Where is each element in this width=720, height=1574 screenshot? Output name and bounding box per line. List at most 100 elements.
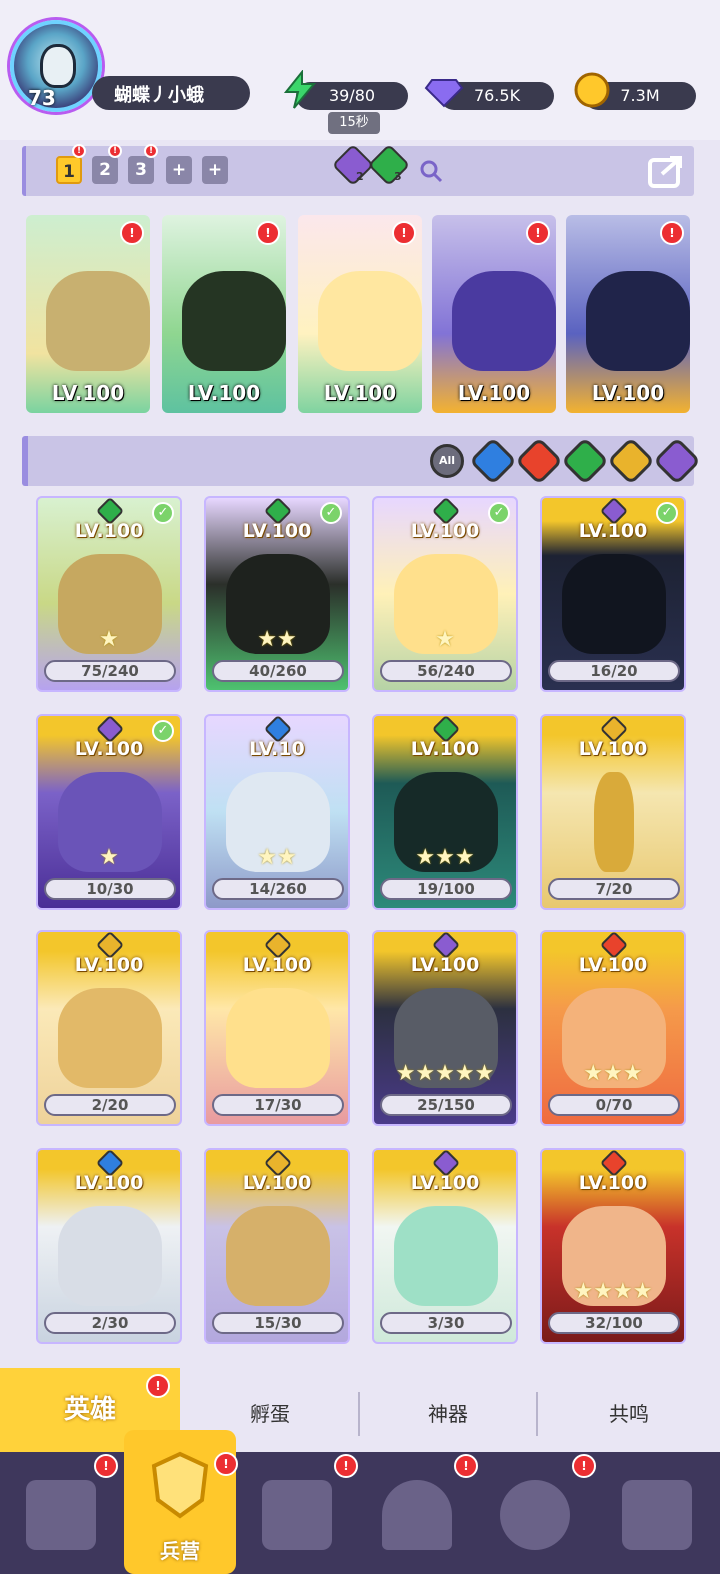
hero-card[interactable]: ✓ LV.100 ★ 10/30	[36, 714, 182, 910]
shard-progress: 16/20	[548, 660, 680, 682]
nature-gem-icon	[367, 143, 411, 187]
alert-icon: !	[94, 1454, 118, 1478]
filter-water-icon[interactable]	[468, 436, 518, 486]
filter-dark-icon[interactable]	[652, 436, 702, 486]
hero-portrait	[594, 772, 634, 872]
star-rating: ★★	[257, 627, 297, 652]
star-rating: ★	[99, 627, 119, 652]
cards-nav-icon[interactable]	[26, 1480, 96, 1550]
hero-level: LV.100	[410, 738, 480, 760]
shard-progress: 15/30	[212, 1312, 344, 1334]
hero-portrait	[182, 271, 286, 371]
filter-all-button[interactable]: All	[430, 444, 464, 478]
hero-level: LV.100	[74, 738, 144, 760]
shard-progress: 19/100	[380, 878, 512, 900]
star-rating: ★★★	[415, 845, 475, 870]
alert-icon: !	[256, 221, 280, 245]
hero-card[interactable]: ✓ LV.100 16/20	[540, 496, 686, 692]
hero-card[interactable]: LV.100 7/20	[540, 714, 686, 910]
hero-level: LV.100	[578, 1172, 648, 1194]
hero-portrait	[586, 271, 690, 371]
filter-fire-icon[interactable]	[514, 436, 564, 486]
team-slot-1[interactable]: LV.100 !	[26, 215, 150, 413]
gold-value: 7.3M	[620, 86, 660, 105]
share-icon[interactable]	[648, 152, 688, 190]
star-rating: ★★	[257, 845, 297, 870]
hero-card[interactable]: LV.100 2/30	[36, 1148, 182, 1344]
alert-icon: !	[120, 221, 144, 245]
player-avatar[interactable]	[10, 20, 102, 112]
team-tab-2[interactable]: 2	[92, 156, 118, 184]
sub-tab-bar: 英雄 ! 孵蛋 神器 共鸣	[0, 1368, 720, 1452]
hero-portrait	[58, 988, 162, 1088]
gold-coin-icon	[574, 72, 610, 108]
shard-progress: 25/150	[380, 1094, 512, 1116]
bottom-nav: ! ! ! !	[0, 1452, 720, 1574]
star-rating: ★★★	[583, 1061, 643, 1086]
hero-card[interactable]: ✓ LV.100 ★ 75/240	[36, 496, 182, 692]
shard-progress: 40/260	[212, 660, 344, 682]
shard-progress: 14/260	[212, 878, 344, 900]
shard-progress: 56/240	[380, 660, 512, 682]
team-slot-level: LV.100	[591, 381, 665, 405]
hero-card[interactable]: ✓ LV.100 ★★ 40/260	[204, 496, 350, 692]
team-slot-level: LV.100	[323, 381, 397, 405]
hero-card[interactable]: LV.100 ★★★ 19/100	[372, 714, 518, 910]
team-slot-2[interactable]: LV.100 !	[162, 215, 286, 413]
hero-level: LV.100	[410, 954, 480, 976]
hero-card[interactable]: LV.100 2/20	[36, 930, 182, 1126]
search-icon[interactable]	[418, 158, 444, 184]
player-name-pill[interactable]: 蝴蝶丿小蛾	[92, 76, 250, 110]
alert-icon: !	[334, 1454, 358, 1478]
hero-level: LV.100	[578, 738, 648, 760]
hero-card[interactable]: LV.100 ★★★ 0/70	[540, 930, 686, 1126]
alert-icon: !	[454, 1454, 478, 1478]
avatar-face	[40, 44, 76, 88]
barracks-nav-button[interactable]: 兵营	[124, 1430, 236, 1574]
team-tab-add-2[interactable]: +	[202, 156, 228, 184]
hero-portrait	[452, 271, 556, 371]
team-tab-1[interactable]: 1	[56, 156, 82, 184]
hero-card[interactable]: LV.100 3/30	[372, 1148, 518, 1344]
team-slot-5[interactable]: LV.100 !	[566, 215, 690, 413]
map-nav-icon[interactable]	[262, 1480, 332, 1550]
tab-artifacts[interactable]: 神器	[360, 1384, 536, 1444]
player-level: 73	[28, 86, 56, 110]
team-tab-3[interactable]: 3	[128, 156, 154, 184]
hero-level: LV.100	[410, 1172, 480, 1194]
hero-card[interactable]: LV.100 15/30	[204, 1148, 350, 1344]
star-rating: ★	[99, 845, 119, 870]
hero-card[interactable]: LV.100 ★★★★ 32/100	[540, 1148, 686, 1344]
hero-card[interactable]: LV.10 ★★ 14/260	[204, 714, 350, 910]
shard-progress: 3/30	[380, 1312, 512, 1334]
diamond-icon	[424, 79, 464, 108]
barracks-alert-icon: !	[214, 1452, 238, 1476]
hero-card[interactable]: ✓ LV.100 ★ 56/240	[372, 496, 518, 692]
tab-heroes-alert-icon: !	[146, 1374, 170, 1398]
hero-level: LV.100	[410, 520, 480, 542]
hero-level: LV.100	[74, 954, 144, 976]
hero-portrait	[226, 1206, 330, 1306]
hero-card[interactable]: LV.100 17/30	[204, 930, 350, 1126]
banner-nav-icon[interactable]	[622, 1480, 692, 1550]
star-rating: ★	[435, 627, 455, 652]
star-rating: ★★★★★	[395, 1061, 495, 1086]
hero-level: LV.100	[578, 954, 648, 976]
hero-portrait	[46, 271, 150, 371]
hero-level: LV.100	[242, 954, 312, 976]
shard-progress: 75/240	[44, 660, 176, 682]
hero-card[interactable]: LV.100 ★★★★★ 25/150	[372, 930, 518, 1126]
team-slot-level: LV.100	[457, 381, 531, 405]
hero-portrait	[58, 1206, 162, 1306]
shrine-nav-icon[interactable]	[382, 1480, 452, 1550]
tab-resonance[interactable]: 共鸣	[538, 1384, 720, 1444]
team-tab-add-1[interactable]: +	[166, 156, 192, 184]
dark-gem-count: 2	[356, 170, 364, 183]
team-slot-4[interactable]: LV.100 !	[432, 215, 556, 413]
shard-progress: 10/30	[44, 878, 176, 900]
filter-light-icon[interactable]	[606, 436, 656, 486]
filter-nature-icon[interactable]	[560, 436, 610, 486]
team-tab-3-alert-icon: !	[144, 144, 158, 158]
guild-nav-icon[interactable]	[500, 1480, 570, 1550]
team-slot-3[interactable]: LV.100 !	[298, 215, 422, 413]
